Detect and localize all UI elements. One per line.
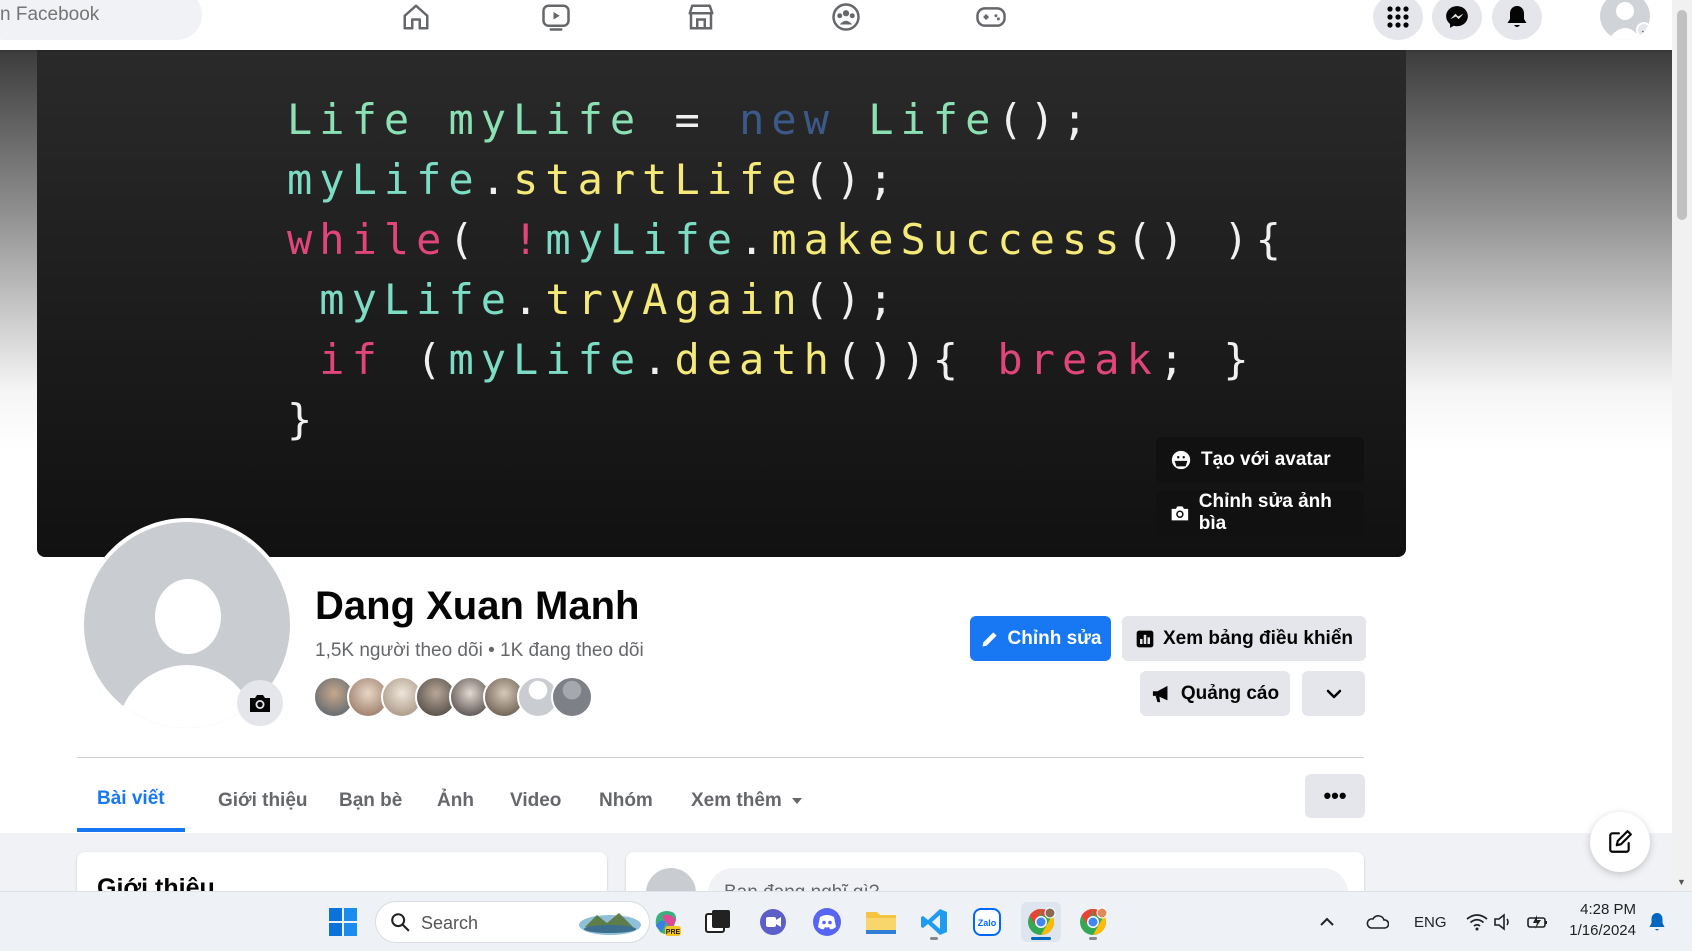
create-with-avatar-button[interactable]: Tạo với avatar (1156, 437, 1364, 483)
page-scrollbar[interactable]: ▼ (1672, 0, 1692, 891)
edit-cover-label: Chỉnh sửa ảnh bìa (1198, 491, 1332, 534)
ads-button[interactable]: Quảng cáo (1140, 671, 1290, 716)
view-dashboard-label: Xem bảng điều khiển (1162, 627, 1354, 649)
gaming-icon[interactable] (971, 0, 1011, 34)
tab-friends[interactable]: Bạn bè (319, 770, 422, 832)
taskbar-search-label: Search (421, 913, 479, 933)
avatar-sticker-icon (1171, 450, 1191, 470)
groups-icon[interactable] (826, 0, 866, 34)
taskbar-search[interactable]: Search (375, 901, 650, 943)
more-options-button[interactable]: ••• (1305, 774, 1365, 818)
menu-grid-button[interactable] (1373, 0, 1423, 40)
language-indicator[interactable]: ENG (1414, 914, 1447, 931)
video-icon[interactable] (536, 0, 576, 34)
see-more-label: Xem thêm (691, 790, 782, 811)
follower-stats[interactable]: 1,5K người theo dõi • 1K đang theo dõi (315, 640, 644, 662)
copilot-icon[interactable]: PRE (646, 902, 686, 942)
edit-profile-button[interactable]: Chỉnh sửa (970, 616, 1111, 661)
svg-text:Zalo: Zalo (978, 918, 997, 928)
pencil-icon (982, 631, 997, 646)
grid-icon (1387, 6, 1409, 28)
search-input[interactable] (0, 4, 190, 26)
new-message-button[interactable] (1590, 812, 1650, 872)
cover-photo: Life myLife = new Life(); myLife.startLi… (37, 50, 1406, 557)
tab-about[interactable]: Giới thiệu (198, 770, 328, 832)
top-navigation: ⌄ (0, 0, 1672, 50)
chrome-icon[interactable] (1021, 902, 1061, 942)
messenger-icon (1446, 6, 1468, 28)
messenger-button[interactable] (1432, 0, 1482, 40)
running-indicator (930, 937, 938, 940)
windows-taskbar: Search PRE Zalo ENG 4:28 PM 1/16/2024 (0, 891, 1692, 951)
chevron-up-icon[interactable] (1315, 902, 1339, 942)
file-explorer-icon[interactable] (861, 902, 901, 942)
follower-avatar[interactable] (551, 676, 593, 718)
tab-groups[interactable]: Nhóm (579, 770, 673, 832)
battery-icon[interactable] (1523, 902, 1553, 942)
search-highlight-icon (579, 913, 641, 935)
camera-icon (1171, 506, 1189, 521)
chevron-down-icon: ⌄ (1636, 22, 1650, 38)
profile-name: Dang Xuan Manh (315, 584, 640, 628)
ads-label: Quảng cáo (1180, 682, 1280, 704)
dashboard-icon (1136, 630, 1154, 647)
notification-bell-icon[interactable] (1642, 902, 1672, 942)
edit-profile-label: Chỉnh sửa (1007, 627, 1102, 649)
notifications-button[interactable] (1492, 0, 1542, 40)
clock-date[interactable]: 1/16/2024 (1568, 922, 1636, 939)
scroll-thumb[interactable] (1677, 10, 1687, 220)
follower-avatars (313, 676, 613, 718)
scroll-down-arrow[interactable]: ▼ (1677, 877, 1686, 887)
view-dashboard-button[interactable]: Xem bảng điều khiển (1122, 616, 1366, 661)
search-bar[interactable] (0, 0, 202, 40)
tab-see-more[interactable]: Xem thêm (671, 770, 823, 832)
create-with-avatar-label: Tạo với avatar (1201, 449, 1331, 470)
bell-icon (1507, 6, 1527, 27)
camera-icon (250, 695, 270, 712)
task-view-icon[interactable] (698, 902, 738, 942)
tab-video[interactable]: Video (490, 770, 581, 832)
account-avatar[interactable]: ⌄ (1600, 0, 1650, 40)
volume-icon[interactable] (1488, 902, 1518, 942)
discord-icon[interactable] (807, 902, 847, 942)
tab-photos[interactable]: Ảnh (417, 770, 494, 832)
teams-chat-icon[interactable] (753, 902, 793, 942)
edit-cover-button[interactable]: Chỉnh sửa ảnh bìa (1156, 490, 1364, 536)
cover-code-image: Life myLife = new Life(); myLife.startLi… (287, 95, 1288, 444)
windows-start-icon[interactable] (323, 902, 363, 942)
clock-time[interactable]: 4:28 PM (1580, 901, 1636, 918)
running-indicator (1089, 937, 1097, 940)
chrome-profile-icon[interactable] (1073, 902, 1113, 942)
zalo-icon[interactable]: Zalo (967, 902, 1007, 942)
compose-icon (1609, 830, 1632, 853)
tab-posts[interactable]: Bài viết (77, 770, 185, 832)
home-icon[interactable] (396, 0, 436, 34)
update-profile-picture-button[interactable] (237, 680, 283, 726)
vscode-icon[interactable] (914, 902, 954, 942)
more-actions-dropdown[interactable] (1302, 671, 1365, 716)
megaphone-icon (1152, 685, 1168, 702)
search-icon (391, 913, 410, 932)
marketplace-icon[interactable] (681, 0, 721, 34)
svg-text:PRE: PRE (666, 929, 681, 936)
onedrive-icon[interactable] (1362, 902, 1392, 942)
caret-down-icon (791, 798, 802, 804)
profile-divider (77, 757, 1364, 758)
active-indicator (1031, 937, 1051, 940)
chevron-down-icon (1326, 689, 1341, 698)
